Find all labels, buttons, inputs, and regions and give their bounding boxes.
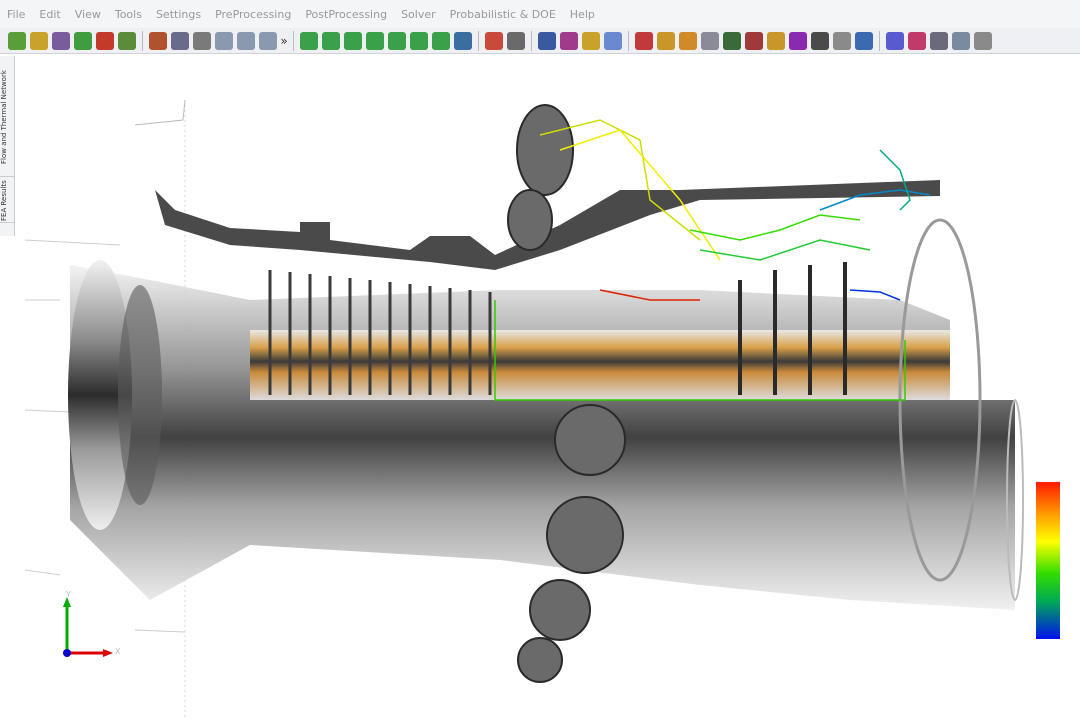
zoom-out-icon[interactable] — [259, 31, 277, 50]
select-region-icon[interactable] — [193, 31, 211, 50]
layers-icon[interactable] — [767, 31, 785, 50]
zoom-in-icon[interactable] — [237, 31, 255, 50]
monitor-icon[interactable] — [454, 31, 472, 50]
view-x-icon[interactable] — [300, 31, 318, 50]
side-tab-strip: FEA Results Flow and Thermal Network — [0, 56, 15, 236]
open-model-icon[interactable] — [8, 31, 26, 50]
view-z-icon[interactable] — [388, 31, 406, 50]
solid-icon[interactable] — [679, 31, 697, 50]
graph-icon[interactable] — [745, 31, 763, 50]
view-iso-icon[interactable] — [432, 31, 450, 50]
menu-settings[interactable]: Settings — [149, 8, 208, 21]
menu-preprocessing[interactable]: PreProcessing — [208, 8, 298, 21]
menu-help[interactable]: Help — [563, 8, 602, 21]
eye-icon[interactable] — [930, 31, 948, 50]
main-toolbar: » — [0, 28, 1080, 54]
view-neg-x-icon[interactable] — [322, 31, 340, 50]
import-icon[interactable] — [30, 31, 48, 50]
rgb-cube-icon[interactable] — [723, 31, 741, 50]
help-icon[interactable] — [952, 31, 970, 50]
zoom-window-icon[interactable] — [215, 31, 233, 50]
save-icon[interactable] — [52, 31, 70, 50]
menu-solver[interactable]: Solver — [394, 8, 443, 21]
color-legend-bar — [1036, 482, 1060, 639]
toolbar-separator — [628, 30, 629, 51]
pipe-tool-icon[interactable] — [604, 31, 622, 50]
table-icon[interactable] — [507, 31, 525, 50]
chart-icon[interactable] — [485, 31, 503, 50]
refresh-icon[interactable] — [855, 31, 873, 50]
draw-line-icon[interactable] — [635, 31, 653, 50]
sigma-icon[interactable] — [811, 31, 829, 50]
menu-edit[interactable]: Edit — [32, 8, 67, 21]
view-neg-y-icon[interactable] — [366, 31, 384, 50]
toolbar-separator — [531, 30, 532, 51]
select-points-icon[interactable] — [149, 31, 167, 50]
toolbar-overflow-button[interactable]: » — [279, 34, 289, 48]
user-icon[interactable] — [118, 31, 136, 50]
x-axis-label: X — [115, 647, 121, 656]
view-neg-z-icon[interactable] — [410, 31, 428, 50]
results-icon[interactable] — [908, 31, 926, 50]
hierarchy-icon[interactable] — [657, 31, 675, 50]
curve-icon[interactable] — [789, 31, 807, 50]
tab-fea-results[interactable]: FEA Results — [0, 180, 14, 223]
spline-tool-icon[interactable] — [582, 31, 600, 50]
menu-postprocessing[interactable]: PostProcessing — [298, 8, 394, 21]
tab-flow-thermal-network[interactable]: Flow and Thermal Network — [0, 58, 14, 177]
mesh-green-icon[interactable] — [74, 31, 92, 50]
menu-bar: File Edit View Tools Settings PreProcessing Po… — [0, 0, 1080, 28]
mesh-red-icon[interactable] — [96, 31, 114, 50]
menu-probabilistic-doe[interactable]: Probabilistic & DOE — [443, 8, 563, 21]
tools-icon[interactable] — [833, 31, 851, 50]
toolbar-separator — [879, 30, 880, 51]
line-tool-icon[interactable] — [538, 31, 556, 50]
select-box-icon[interactable] — [171, 31, 189, 50]
toolbar-separator — [478, 30, 479, 51]
3d-viewport[interactable]: Y X — [15, 56, 1080, 719]
settings-icon[interactable] — [974, 31, 992, 50]
y-axis-label: Y — [66, 590, 71, 599]
color-map-icon[interactable] — [886, 31, 904, 50]
node-tool-icon[interactable] — [560, 31, 578, 50]
cube-icon[interactable] — [701, 31, 719, 50]
view-y-icon[interactable] — [344, 31, 362, 50]
toolbar-separator — [293, 30, 294, 51]
menu-view[interactable]: View — [68, 8, 108, 21]
toolbar-separator — [142, 30, 143, 51]
menu-tools[interactable]: Tools — [108, 8, 149, 21]
menu-file[interactable]: File — [0, 8, 32, 21]
turbine-model-render — [24, 99, 1024, 719]
